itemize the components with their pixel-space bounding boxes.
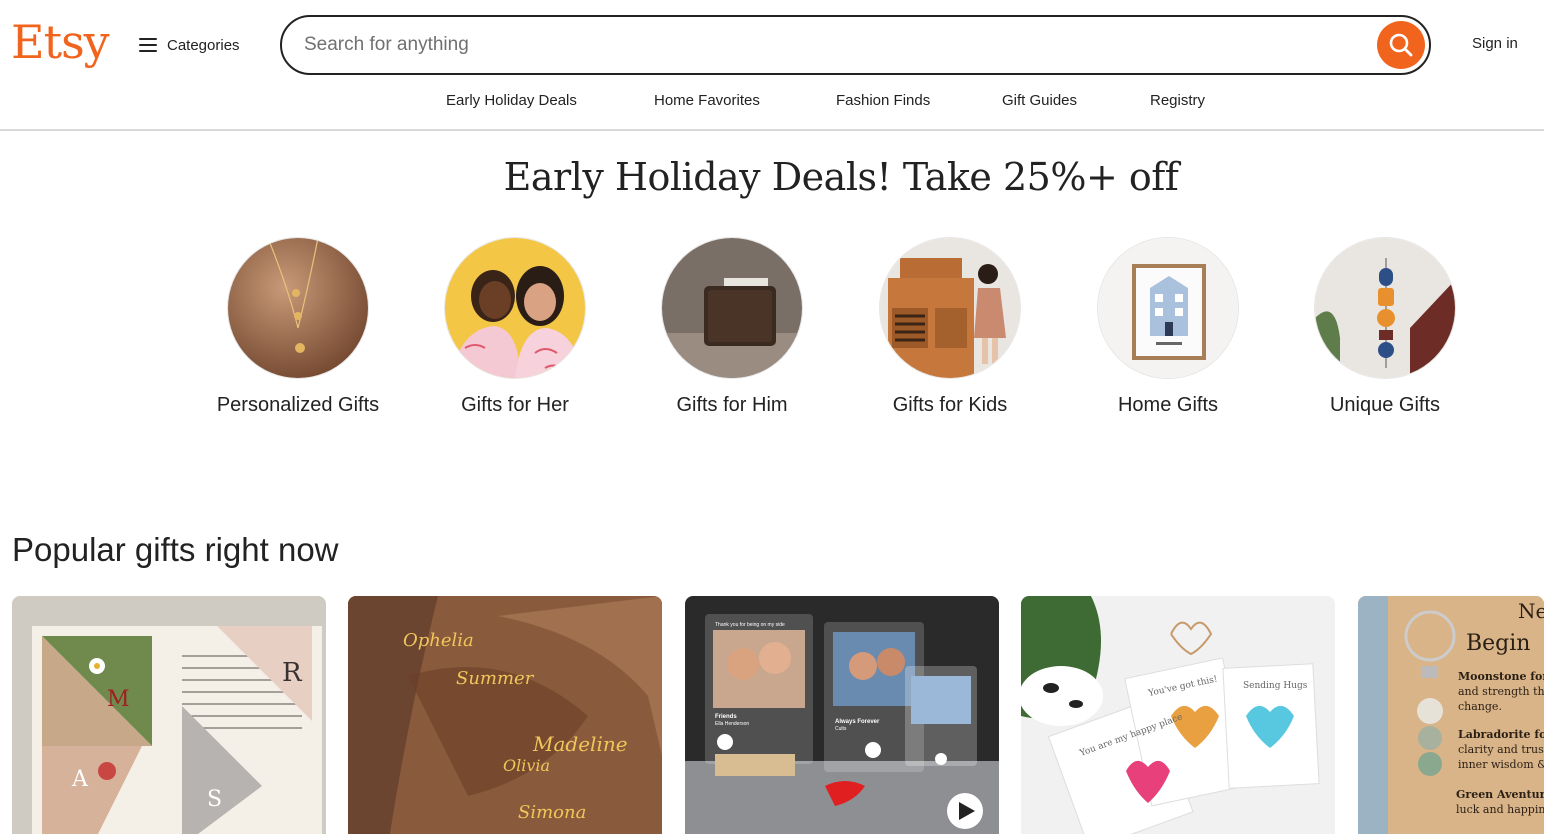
necklace-photo bbox=[227, 237, 369, 379]
plaque-artist: Ella Henderson bbox=[715, 721, 749, 727]
plaque-song: Friends bbox=[715, 714, 737, 720]
category-gifts-for-kids[interactable]: Gifts for Kids bbox=[840, 237, 1060, 418]
keychain-card-text: Labradorite for bbox=[1458, 728, 1544, 741]
keychain-card-text: Moonstone for bbox=[1458, 670, 1544, 683]
bookmark-letter: A bbox=[71, 767, 89, 792]
wallet-photo bbox=[661, 237, 803, 379]
plaque-artist: Cults bbox=[835, 726, 847, 732]
category-label: Gifts for Him bbox=[676, 394, 788, 416]
category-gifts-for-him[interactable]: Gifts for Him bbox=[622, 237, 842, 418]
product-card-name-necklaces[interactable]: Ophelia Summer Madeline Olivia Simona bbox=[348, 596, 662, 834]
necklace-name: Madeline bbox=[532, 732, 628, 756]
site-header: Etsy Categories Sign in Early Holiday De… bbox=[0, 0, 1544, 131]
category-personalized-gifts[interactable]: Personalized Gifts bbox=[188, 237, 408, 418]
keychain-card-text: Green Aventur bbox=[1456, 788, 1544, 801]
music-plaque-photo: Thank you for being on my side Friends E… bbox=[685, 596, 999, 834]
product-card-keychain[interactable]: Ne Begin Moonstone for and strength th c… bbox=[1358, 596, 1544, 834]
keychain-card-text: luck and happin bbox=[1456, 803, 1544, 816]
necklace-name: Olivia bbox=[503, 756, 550, 775]
hamburger-icon bbox=[139, 38, 157, 52]
category-home-gifts[interactable]: Home Gifts bbox=[1058, 237, 1278, 418]
nav-home-favorites[interactable]: Home Favorites bbox=[654, 92, 760, 109]
plaque-song: Always Forever bbox=[835, 719, 880, 725]
search-icon bbox=[1389, 33, 1413, 57]
bookmark-letter: S bbox=[207, 787, 222, 812]
card-caption: Sending Hugs bbox=[1243, 681, 1308, 691]
glass-heart-cards-photo: You are my happy place You've got this! … bbox=[1021, 596, 1335, 834]
search-bar bbox=[280, 15, 1431, 75]
play-kitchen-photo bbox=[879, 237, 1021, 379]
product-card-music-plaques[interactable]: Thank you for being on my side Friends E… bbox=[685, 596, 999, 834]
plaque-caption: Thank you for being on my side bbox=[715, 622, 785, 628]
category-label: Gifts for Her bbox=[461, 394, 569, 416]
sign-in-link[interactable]: Sign in bbox=[1472, 35, 1518, 52]
category-label: Gifts for Kids bbox=[892, 394, 1008, 416]
necklace-name: Ophelia bbox=[403, 630, 474, 651]
women-pajamas-photo bbox=[444, 237, 586, 379]
nav-gift-guides[interactable]: Gift Guides bbox=[1002, 92, 1077, 109]
category-label: Home Gifts bbox=[1117, 394, 1219, 416]
etsy-logo[interactable]: Etsy bbox=[11, 14, 110, 70]
bookmark-letter: R bbox=[282, 658, 303, 688]
popular-gifts-title: Popular gifts right now bbox=[12, 531, 339, 568]
wall-hanging-photo bbox=[1314, 237, 1456, 379]
nav-registry[interactable]: Registry bbox=[1150, 92, 1205, 109]
category-label: Personalized Gifts bbox=[216, 394, 380, 416]
keychain-card-text: Ne bbox=[1518, 599, 1544, 623]
keychain-card-text: and strength th bbox=[1458, 685, 1544, 698]
embroidered-bookmark-photo: R M A S bbox=[12, 596, 326, 834]
nav-early-holiday-deals[interactable]: Early Holiday Deals bbox=[446, 92, 577, 109]
necklace-name: Summer bbox=[456, 668, 535, 689]
product-card-bookmarks[interactable]: R M A S bbox=[12, 596, 326, 834]
nav-fashion-finds[interactable]: Fashion Finds bbox=[836, 92, 930, 109]
categories-button[interactable]: Categories bbox=[139, 31, 240, 59]
keychain-card-text: Begin bbox=[1466, 631, 1530, 656]
bookmark-letter: M bbox=[107, 687, 130, 712]
name-necklace-photo: Ophelia Summer Madeline Olivia Simona bbox=[348, 596, 662, 834]
top-nav: Early Holiday Deals Home Favorites Fashi… bbox=[0, 88, 1544, 116]
category-label: Unique Gifts bbox=[1329, 394, 1441, 416]
house-print-photo bbox=[1097, 237, 1239, 379]
keychain-card-text: clarity and trust bbox=[1458, 743, 1544, 756]
categories-label: Categories bbox=[167, 36, 240, 54]
product-card-glass-hearts[interactable]: You are my happy place You've got this! … bbox=[1021, 596, 1335, 834]
banner-title: Early Holiday Deals! Take 25%+ off bbox=[503, 155, 1179, 199]
search-input[interactable] bbox=[304, 29, 1364, 61]
category-gifts-for-her[interactable]: Gifts for Her bbox=[405, 237, 625, 418]
category-unique-gifts[interactable]: Unique Gifts bbox=[1275, 237, 1495, 418]
keychain-card-text: change. bbox=[1458, 700, 1502, 713]
necklace-name: Simona bbox=[518, 802, 586, 823]
moonstone-keychain-photo: Ne Begin Moonstone for and strength th c… bbox=[1358, 596, 1544, 834]
keychain-card-text: inner wisdom & bbox=[1458, 758, 1544, 771]
search-button[interactable] bbox=[1377, 21, 1425, 69]
